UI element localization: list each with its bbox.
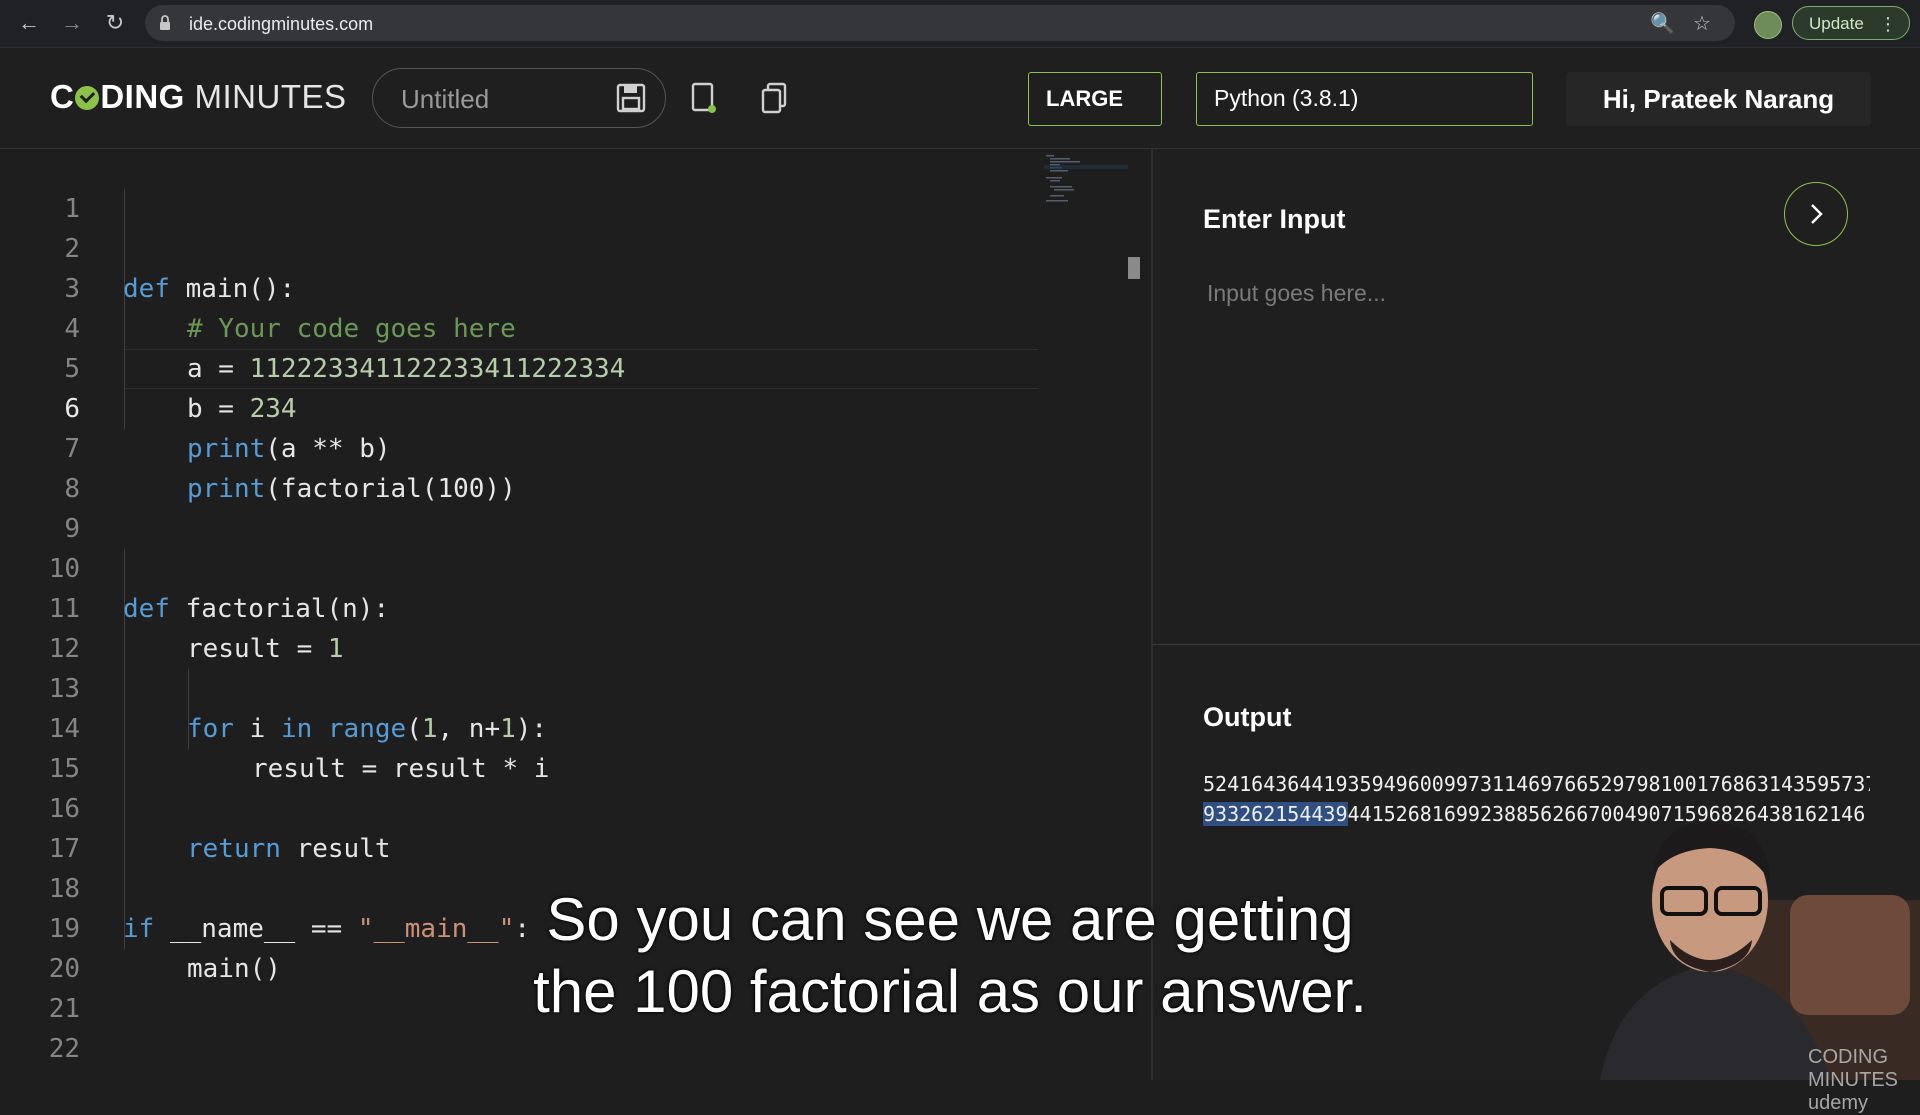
menu-dots-icon: ⋮ — [1879, 14, 1897, 34]
profile-icon[interactable] — [1754, 11, 1782, 39]
code-line: 4 a = 112223341122233411222334 — [0, 269, 1128, 384]
presenter-webcam — [1600, 821, 1920, 1080]
code-line: 10 def factorial(n): — [0, 509, 1128, 624]
input-pane: Enter Input Input goes here... — [1153, 149, 1920, 644]
run-button[interactable] — [1784, 182, 1848, 246]
lock-icon — [160, 15, 170, 30]
code-line: 14 result = result * i — [0, 669, 1128, 784]
update-button[interactable]: Update ⋮ — [1792, 6, 1910, 40]
code-line: 12 — [0, 589, 1128, 664]
selected-text[interactable]: 933262154439 — [1203, 802, 1348, 826]
code-line: 18 if __name__ == "__main__": — [0, 829, 1128, 944]
input-textarea[interactable]: Input goes here... — [1207, 280, 1386, 307]
logo-c: C — [50, 78, 75, 115]
output-title: Output — [1203, 702, 1292, 732]
copy-icon[interactable] — [760, 82, 788, 114]
line-number: 22 — [48, 1034, 80, 1064]
browser-toolbar: ← → ↻ ide.codingminutes.com 🔍 ☆ Update ⋮ — [0, 0, 1920, 48]
new-file-icon[interactable] — [690, 82, 718, 114]
code-line: 9 — [0, 469, 1128, 544]
code-line: 1 — [0, 149, 1128, 224]
star-icon[interactable]: ☆ — [1693, 11, 1711, 36]
save-icon[interactable] — [616, 83, 646, 113]
user-greeting-button[interactable]: Hi, Prateek Narang — [1566, 72, 1871, 126]
code-line: 3 # Your code goes here — [0, 229, 1128, 344]
video-subtitle: So you can see we are getting the 100 fa… — [430, 884, 1470, 1028]
code-line: 2 def main(): — [0, 189, 1128, 304]
subtitle-line-1: So you can see we are getting — [546, 886, 1354, 953]
input-title: Enter Input — [1203, 204, 1346, 234]
code-line: 5 b = 234 — [0, 309, 1128, 424]
code-line: 11 result = 1 — [0, 549, 1128, 664]
code-line: 8 — [0, 429, 1128, 504]
address-bar[interactable]: ide.codingminutes.com 🔍 ☆ — [145, 5, 1735, 41]
font-size-button[interactable]: LARGE — [1028, 72, 1162, 126]
file-name-pill[interactable]: Untitled — [372, 68, 666, 128]
file-name[interactable]: Untitled — [401, 84, 489, 115]
code-line: 7 print(factorial(100)) — [0, 389, 1128, 504]
udemy-watermark: CODING MINUTES udemy — [1808, 1046, 1898, 1114]
code-line: 16 return result — [0, 749, 1128, 864]
code-line-active: 6 print(a ** b) — [0, 349, 1128, 464]
url-text[interactable]: ide.codingminutes.com — [189, 14, 373, 35]
language-select[interactable]: Python (3.8.1) — [1196, 72, 1533, 126]
coding-minutes-logo[interactable]: C DING MINUTES — [50, 78, 347, 116]
logo-check-icon — [75, 86, 100, 110]
back-arrow-icon[interactable]: ← — [14, 8, 44, 38]
update-label: Update — [1809, 14, 1864, 33]
code-line: 15 — [0, 709, 1128, 784]
zoom-icon[interactable]: 🔍 — [1650, 11, 1675, 36]
editor-scrollbar[interactable] — [1128, 257, 1140, 279]
logo-ding: DING — [100, 78, 185, 115]
code-line: 17 — [0, 789, 1128, 864]
reload-icon[interactable]: ↻ — [100, 8, 130, 38]
code-line: 13 for i in range(1, n+1): — [0, 629, 1128, 744]
app-header: C DING MINUTES Untitled LARGE Python (3.8… — [0, 48, 1920, 149]
forward-arrow-icon[interactable]: → — [57, 8, 87, 38]
subtitle-line-2: the 100 factorial as our answer. — [533, 958, 1367, 1025]
chevron-right-icon — [1811, 204, 1823, 224]
logo-minutes: MINUTES — [194, 78, 347, 115]
